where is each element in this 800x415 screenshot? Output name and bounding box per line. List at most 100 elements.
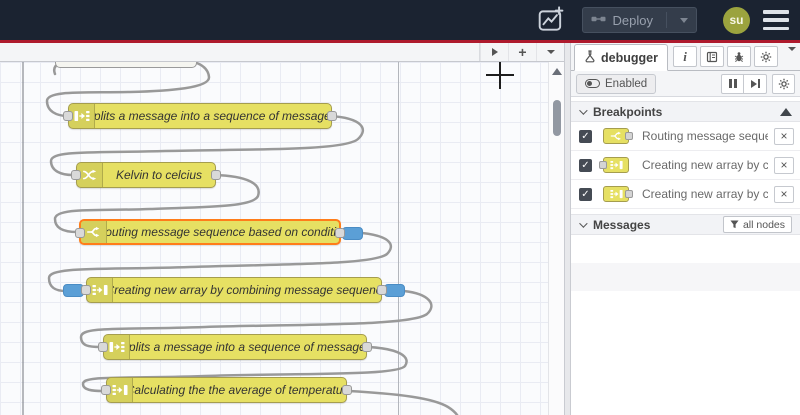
deploy-label: Deploy — [612, 12, 653, 28]
flow-node[interactable]: Routing message sequence based on condit… — [75, 219, 363, 245]
sidebar-collapse-icon[interactable] — [788, 47, 796, 69]
empty-message-row — [571, 263, 800, 291]
breakpoint-row: ✓ Creating new array by combining messag… — [571, 151, 800, 180]
add-flow-button[interactable]: + — [508, 43, 536, 61]
export-chart-icon[interactable] — [536, 6, 566, 34]
bug-icon — [734, 51, 744, 62]
output-port[interactable] — [362, 342, 372, 352]
debug-sidebar: debugger i Enabled Breakpoints ✓ Routing… — [571, 43, 800, 415]
input-port[interactable] — [101, 385, 111, 395]
flow-list-icon[interactable] — [536, 43, 564, 61]
gear-icon — [760, 51, 772, 62]
messages-section-header[interactable]: Messages all nodes — [571, 214, 800, 235]
output-port-icon — [625, 190, 633, 198]
sidebar-tabs: debugger i — [571, 43, 800, 71]
deploy-divider — [666, 12, 667, 28]
switch-node-icon — [603, 128, 633, 144]
chevron-down-icon — [579, 218, 588, 228]
flow-node[interactable]: Splits a message into a sequence of mess… — [98, 334, 372, 360]
gear-icon — [778, 78, 789, 89]
messages-title: Messages — [593, 217, 651, 232]
breakpoint-checkbox[interactable]: ✓ — [579, 158, 592, 172]
breakpoint-row: ✓ Routing message sequence based on cond… — [571, 122, 800, 151]
breakpoint-row: ✓ Creating new array by combining messag… — [571, 180, 800, 209]
app-header: Deploy su — [0, 0, 800, 40]
output-port[interactable] — [377, 285, 387, 295]
node-label: Kelvin to celcius — [115, 168, 203, 182]
debugger-settings-button[interactable] — [772, 73, 795, 94]
menu-icon[interactable] — [763, 10, 789, 30]
flow-node[interactable]: Kelvin to celcius — [71, 162, 221, 188]
enabled-toggle[interactable]: Enabled — [576, 73, 657, 94]
enabled-label: Enabled — [605, 77, 648, 90]
debug-bug-button[interactable] — [727, 46, 751, 67]
avatar-initials: su — [729, 13, 744, 27]
flow-node-clipped[interactable] — [55, 62, 197, 68]
node-label: Calculating the the average of temperatu… — [133, 383, 346, 397]
step-icon — [750, 79, 760, 88]
breakpoint-label: Creating new array by combining message … — [642, 158, 768, 172]
pause-button[interactable] — [721, 73, 744, 94]
sidebar-splitter[interactable] — [564, 43, 571, 415]
info-button[interactable]: i — [673, 46, 697, 67]
flow-node[interactable]: Creating new array by combining message … — [63, 277, 405, 303]
input-port[interactable] — [98, 342, 108, 352]
chevron-down-icon — [579, 105, 588, 115]
settings-button[interactable] — [754, 46, 778, 67]
input-port[interactable] — [63, 111, 73, 121]
flask-icon — [584, 49, 596, 66]
scroll-up-icon[interactable] — [552, 68, 562, 75]
message-filter-button[interactable]: all nodes — [722, 216, 792, 233]
debugger-toolbar: Enabled — [571, 71, 800, 97]
node-label: Routing message sequence based on condit… — [107, 225, 339, 239]
scrollbar-thumb[interactable] — [552, 100, 561, 136]
filter-label: all nodes — [742, 218, 785, 231]
output-port[interactable] — [327, 111, 337, 121]
breakpoint-label: Routing message sequence based on condit… — [642, 129, 768, 143]
input-port-icon — [599, 161, 607, 169]
node-label: Splits a message into a sequence of mess… — [130, 340, 366, 354]
remove-breakpoint-button[interactable]: × — [774, 185, 794, 203]
breakpoints-section-header[interactable]: Breakpoints — [571, 101, 800, 122]
output-port-icon — [625, 132, 633, 140]
output-port[interactable] — [335, 228, 345, 238]
flow-node[interactable]: Calculating the the average of temperatu… — [101, 377, 352, 403]
user-avatar[interactable]: su — [723, 6, 750, 34]
step-button[interactable] — [744, 73, 767, 94]
input-port[interactable] — [71, 170, 81, 180]
output-port[interactable] — [342, 385, 352, 395]
flow-canvas[interactable]: Splits a message into a sequence of mess… — [0, 62, 548, 415]
tab-debugger-label: debugger — [601, 50, 658, 65]
breakpoint-checkbox[interactable]: ✓ — [579, 129, 592, 143]
tab-debugger[interactable]: debugger — [574, 44, 668, 71]
deploy-caret-icon[interactable] — [680, 17, 688, 23]
deploy-icon — [591, 13, 606, 28]
crosshair-cursor — [499, 62, 501, 89]
node-label: Splits a message into a sequence of mess… — [95, 109, 331, 123]
breakpoint-checkbox[interactable]: ✓ — [579, 187, 592, 201]
breakpoint-label: Creating new array by combining message … — [642, 187, 768, 201]
output-port[interactable] — [211, 170, 221, 180]
filter-funnel-icon — [730, 220, 739, 229]
flow-tabbar: + — [0, 43, 564, 62]
input-port[interactable] — [75, 228, 85, 238]
remove-breakpoint-button[interactable]: × — [774, 127, 794, 145]
remove-breakpoint-button[interactable]: × — [774, 156, 794, 174]
empty-message-row — [571, 235, 800, 263]
breakpoints-title: Breakpoints — [593, 104, 663, 119]
breakpoint-marker[interactable] — [384, 283, 405, 297]
breakpoint-marker[interactable] — [342, 226, 363, 240]
input-port[interactable] — [81, 285, 91, 295]
join-node-icon — [599, 157, 629, 173]
join-node-icon — [603, 186, 633, 202]
pause-icon — [728, 79, 737, 88]
canvas-vertical-scrollbar[interactable] — [548, 62, 564, 415]
node-label: Creating new array by combining message … — [113, 283, 381, 297]
book-icon — [706, 51, 718, 62]
flow-node[interactable]: Splits a message into a sequence of mess… — [63, 103, 337, 129]
section-scroll-up-icon[interactable] — [780, 107, 792, 116]
deploy-button[interactable]: Deploy — [581, 7, 697, 33]
scroll-tabs-right-icon[interactable] — [480, 43, 508, 61]
debugger-content: Breakpoints ✓ Routing message sequence b… — [571, 97, 800, 415]
docs-button[interactable] — [700, 46, 724, 67]
